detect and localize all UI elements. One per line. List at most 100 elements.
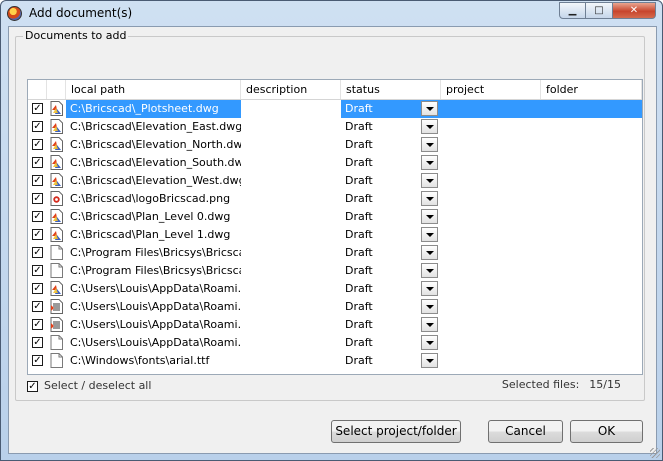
table-row[interactable]: ✓ C:\Program Files\Bricsys\Bricsca... Draf… bbox=[28, 244, 642, 262]
local-path-cell[interactable]: C:\Users\Louis\AppData\Roami... bbox=[66, 334, 241, 352]
row-checkbox[interactable]: ✓ bbox=[32, 355, 43, 366]
table-row[interactable]: ✓ C:\Bricscad\Elevation_South.dwg Draft bbox=[28, 154, 642, 172]
minimize-button[interactable]: ▁ bbox=[559, 2, 586, 19]
project-folder-cells[interactable] bbox=[441, 244, 642, 262]
status-dropdown-button[interactable] bbox=[421, 119, 438, 134]
description-cell[interactable] bbox=[241, 226, 341, 244]
project-folder-cells[interactable] bbox=[441, 280, 642, 298]
local-path-cell[interactable]: C:\Users\Louis\AppData\Roami... bbox=[66, 298, 241, 316]
local-path-cell[interactable]: C:\Users\Louis\AppData\Roami... bbox=[66, 280, 241, 298]
description-cell[interactable] bbox=[241, 118, 341, 136]
header-description[interactable]: description bbox=[241, 80, 341, 99]
project-folder-cells[interactable] bbox=[441, 352, 642, 370]
description-cell[interactable] bbox=[241, 100, 341, 118]
row-checkbox[interactable]: ✓ bbox=[32, 175, 43, 186]
row-checkbox[interactable]: ✓ bbox=[32, 193, 43, 204]
description-cell[interactable] bbox=[241, 316, 341, 334]
header-check[interactable] bbox=[28, 80, 47, 99]
select-all-checkbox[interactable]: ✓ bbox=[27, 381, 38, 392]
row-checkbox[interactable]: ✓ bbox=[32, 301, 43, 312]
table-row[interactable]: ✓ C:\Bricscad\Elevation_North.dwg Draft bbox=[28, 136, 642, 154]
table-row[interactable]: ✓ C:\Bricscad\logoBricscad.png Draft bbox=[28, 190, 642, 208]
status-dropdown-button[interactable] bbox=[421, 191, 438, 206]
project-folder-cells[interactable] bbox=[441, 334, 642, 352]
status-dropdown-button[interactable] bbox=[421, 101, 438, 116]
table-row[interactable]: ✓ C:\Bricscad\Plan_Level 0.dwg Draft bbox=[28, 208, 642, 226]
row-checkbox[interactable]: ✓ bbox=[32, 283, 43, 294]
local-path-cell[interactable]: C:\Users\Louis\AppData\Roami... bbox=[66, 316, 241, 334]
description-cell[interactable] bbox=[241, 154, 341, 172]
status-dropdown-button[interactable] bbox=[421, 335, 438, 350]
table-row[interactable]: ✓ C:\Users\Louis\AppData\Roami... Draft bbox=[28, 334, 642, 352]
local-path-cell[interactable]: C:\Program Files\Bricsys\Bricsca... bbox=[66, 244, 241, 262]
ok-button[interactable]: OK bbox=[570, 420, 643, 443]
header-status[interactable]: status bbox=[341, 80, 441, 99]
header-folder[interactable]: folder bbox=[541, 80, 642, 99]
description-cell[interactable] bbox=[241, 262, 341, 280]
description-cell[interactable] bbox=[241, 244, 341, 262]
row-checkbox[interactable]: ✓ bbox=[32, 337, 43, 348]
table-row[interactable]: ✓ C:\Bricscad\Elevation_West.dwg Draft bbox=[28, 172, 642, 190]
row-checkbox[interactable]: ✓ bbox=[32, 103, 43, 114]
header-icon[interactable] bbox=[47, 80, 66, 99]
table-row[interactable]: ✓ C:\Users\Louis\AppData\Roami... Draft bbox=[28, 298, 642, 316]
project-folder-cells[interactable] bbox=[441, 100, 642, 118]
table-row[interactable]: ✓ C:\Bricscad\Plan_Level 1.dwg Draft bbox=[28, 226, 642, 244]
row-checkbox[interactable]: ✓ bbox=[32, 157, 43, 168]
status-dropdown-button[interactable] bbox=[421, 155, 438, 170]
status-dropdown-button[interactable] bbox=[421, 173, 438, 188]
local-path-cell[interactable]: C:\Bricscad\Elevation_South.dwg bbox=[66, 154, 241, 172]
project-folder-cells[interactable] bbox=[441, 316, 642, 334]
status-dropdown-button[interactable] bbox=[421, 281, 438, 296]
header-project[interactable]: project bbox=[441, 80, 541, 99]
project-folder-cells[interactable] bbox=[441, 190, 642, 208]
description-cell[interactable] bbox=[241, 280, 341, 298]
row-checkbox[interactable]: ✓ bbox=[32, 139, 43, 150]
table-row[interactable]: ✓ C:\Bricscad\Elevation_East.dwg Draft bbox=[28, 118, 642, 136]
status-dropdown-button[interactable] bbox=[421, 353, 438, 368]
row-checkbox[interactable]: ✓ bbox=[32, 211, 43, 222]
description-cell[interactable] bbox=[241, 352, 341, 370]
status-dropdown-button[interactable] bbox=[421, 209, 438, 224]
description-cell[interactable] bbox=[241, 190, 341, 208]
status-dropdown-button[interactable] bbox=[421, 263, 438, 278]
cancel-button[interactable]: Cancel bbox=[488, 420, 563, 443]
status-dropdown-button[interactable] bbox=[421, 245, 438, 260]
table-row[interactable]: ✓ C:\Windows\fonts\arial.ttf Draft bbox=[28, 352, 642, 370]
project-folder-cells[interactable] bbox=[441, 154, 642, 172]
title-bar[interactable]: Add document(s) ▁ □ ✕ bbox=[1, 1, 662, 26]
local-path-cell[interactable]: C:\Bricscad\Elevation_West.dwg bbox=[66, 172, 241, 190]
row-checkbox[interactable]: ✓ bbox=[32, 121, 43, 132]
status-dropdown-button[interactable] bbox=[421, 227, 438, 242]
row-checkbox[interactable]: ✓ bbox=[32, 229, 43, 240]
description-cell[interactable] bbox=[241, 208, 341, 226]
description-cell[interactable] bbox=[241, 334, 341, 352]
header-local-path[interactable]: local path bbox=[66, 80, 241, 99]
close-button[interactable]: ✕ bbox=[613, 2, 656, 19]
description-cell[interactable] bbox=[241, 172, 341, 190]
local-path-cell[interactable]: C:\Bricscad\Elevation_North.dwg bbox=[66, 136, 241, 154]
table-row[interactable]: ✓ C:\Bricscad\_Plotsheet.dwg Draft bbox=[28, 100, 642, 118]
row-checkbox[interactable]: ✓ bbox=[32, 319, 43, 330]
local-path-cell[interactable]: C:\Bricscad\_Plotsheet.dwg bbox=[66, 100, 241, 118]
project-folder-cells[interactable] bbox=[441, 298, 642, 316]
documents-grid[interactable]: local path description status project fo… bbox=[27, 79, 643, 375]
description-cell[interactable] bbox=[241, 136, 341, 154]
maximize-button[interactable]: □ bbox=[586, 2, 613, 19]
local-path-cell[interactable]: C:\Bricscad\Elevation_East.dwg bbox=[66, 118, 241, 136]
project-folder-cells[interactable] bbox=[441, 136, 642, 154]
project-folder-cells[interactable] bbox=[441, 226, 642, 244]
status-dropdown-button[interactable] bbox=[421, 317, 438, 332]
select-project-folder-button[interactable]: Select project/folder bbox=[331, 420, 461, 443]
local-path-cell[interactable]: C:\Program Files\Bricsys\Bricsca... bbox=[66, 262, 241, 280]
status-dropdown-button[interactable] bbox=[421, 299, 438, 314]
project-folder-cells[interactable] bbox=[441, 208, 642, 226]
table-row[interactable]: ✓ C:\Program Files\Bricsys\Bricsca... Draf… bbox=[28, 262, 642, 280]
description-cell[interactable] bbox=[241, 298, 341, 316]
project-folder-cells[interactable] bbox=[441, 262, 642, 280]
local-path-cell[interactable]: C:\Bricscad\logoBricscad.png bbox=[66, 190, 241, 208]
project-folder-cells[interactable] bbox=[441, 118, 642, 136]
table-row[interactable]: ✓ C:\Users\Louis\AppData\Roami... Draft bbox=[28, 316, 642, 334]
local-path-cell[interactable]: C:\Bricscad\Plan_Level 1.dwg bbox=[66, 226, 241, 244]
local-path-cell[interactable]: C:\Bricscad\Plan_Level 0.dwg bbox=[66, 208, 241, 226]
